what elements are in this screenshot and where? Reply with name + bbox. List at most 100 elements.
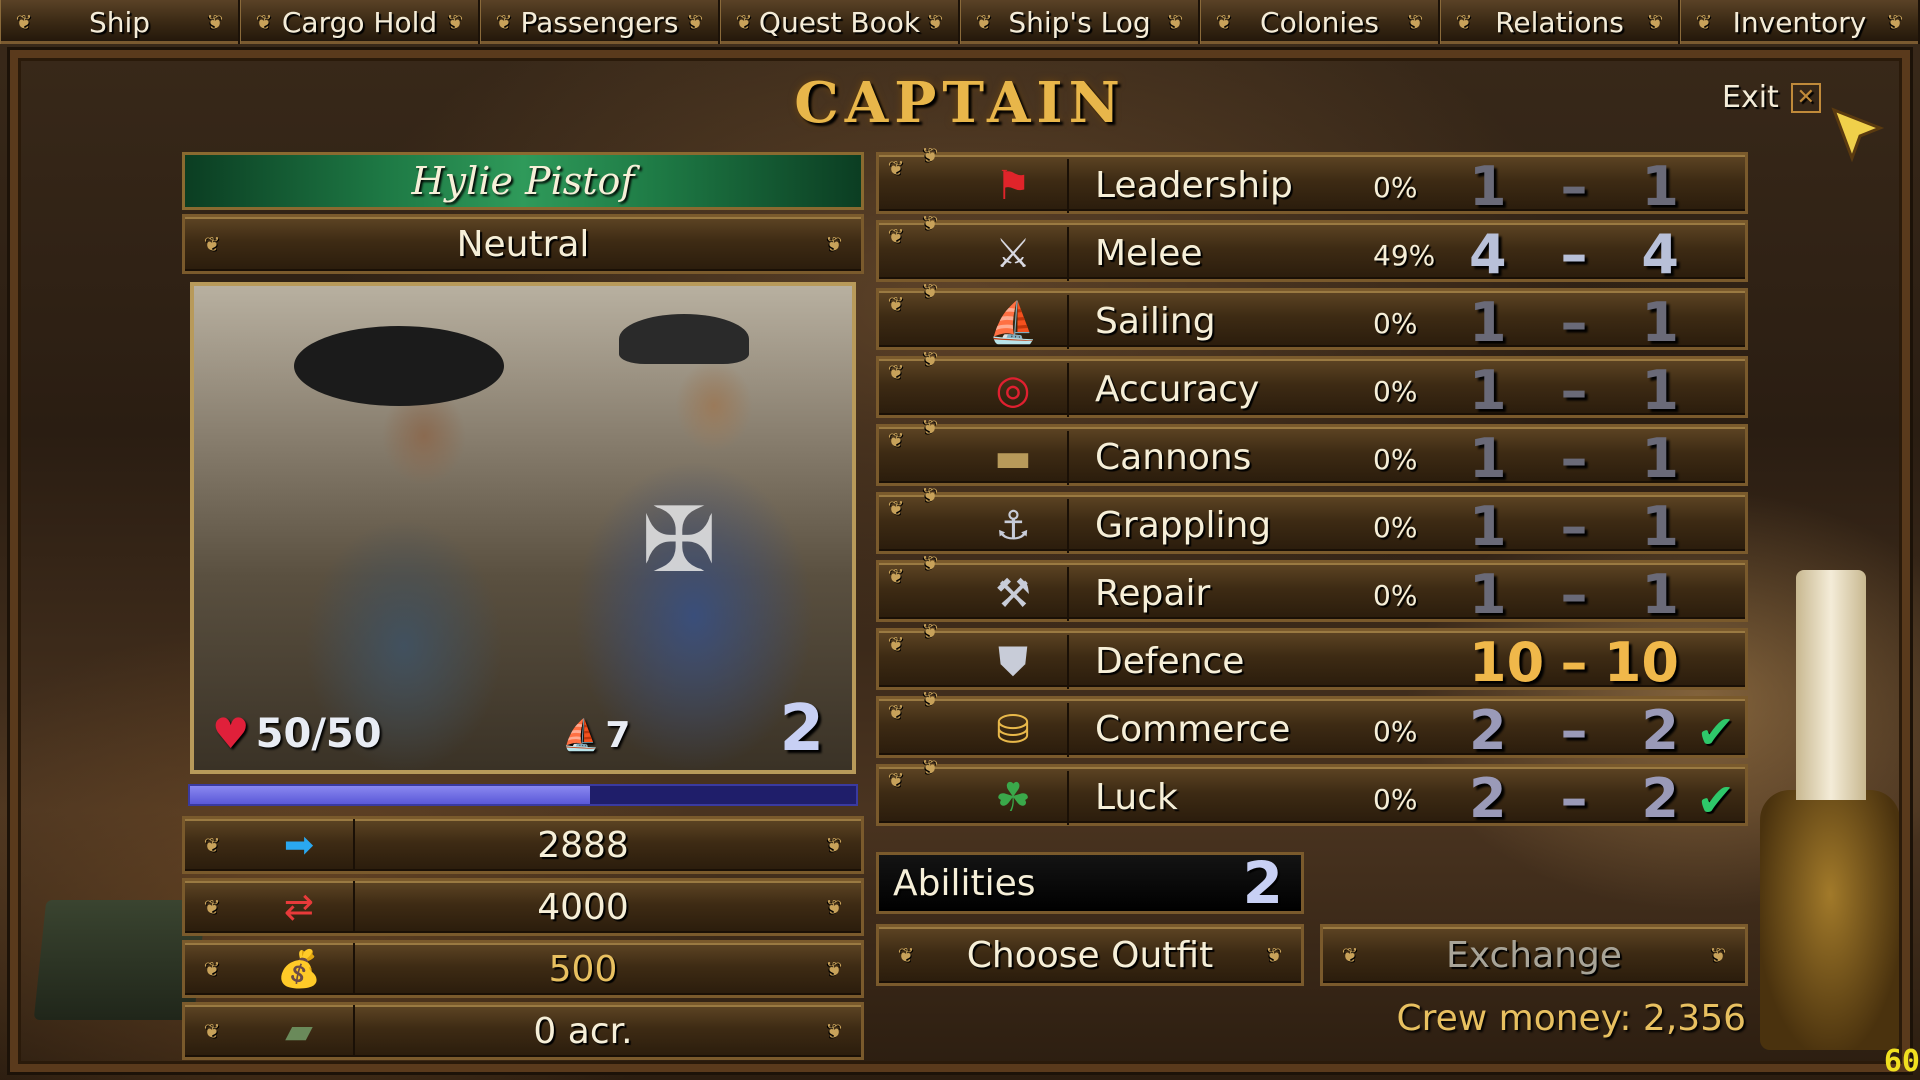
skill-percent: 0% [1373,783,1418,816]
skill-row-sailing[interactable]: ❦ ⛵ Sailing 0% 1–1 ❦ [876,279,1748,354]
scroll-ornament-icon: ❦ [206,10,224,34]
stat-row: ❦ ⇄ 4000 ❦ [182,878,864,936]
abilities-label: Abilities [893,862,1036,904]
cannon-icon: ▬ [959,431,1069,485]
page-title: CAPTAIN [794,70,1126,136]
skill-row-leadership[interactable]: ❦ ⚑ Leadership 0% 1–1 ❦ [876,143,1748,218]
skill-name: Grappling [1095,505,1272,546]
skill-row-defence[interactable]: ❦ ⛊ Defence 10–10 ❦ [876,619,1748,694]
scroll-ornament-icon: ❦ [1265,943,1283,967]
tab-label: Passengers [520,5,679,39]
stat-row: ❦ 💰 500 ❦ [182,940,864,998]
skill-min: 10 [1469,630,1545,694]
skill-row-commerce[interactable]: ❦ ⛁ Commerce 0% 2–2 ✔ ❦ [876,687,1748,762]
skill-dash: – [1560,290,1588,354]
scroll-ornament-icon: ❦ [926,10,944,34]
scroll-ornament-icon: ❦ [1215,10,1233,34]
skill-dash: – [1560,154,1588,218]
scroll-ornament-icon: ❦ [495,10,513,34]
skill-percent: 0% [1373,511,1418,544]
checkmark-icon: ✔ [1696,705,1735,759]
exit-button[interactable]: Exit ✕ [1722,80,1821,115]
skill-range: 1–1 [1459,290,1689,354]
skill-min: 1 [1469,426,1507,490]
background-book [33,900,207,1020]
portrait-cross-emblem: ✠ [641,488,717,593]
skill-min: 4 [1469,222,1507,286]
skill-name: Repair [1095,573,1211,614]
skill-percent: 49% [1373,239,1436,272]
tab-cargo-hold[interactable]: ❦ Cargo Hold ❦ [240,0,480,44]
abilities-button[interactable]: Abilities 2 [876,849,1304,917]
stat-value: 2888 [537,824,629,866]
skill-range: 1–1 [1459,154,1689,218]
skill-name: Commerce [1095,709,1291,750]
ships-value: 7 [605,715,631,756]
heart-icon: ♥ [212,709,250,758]
skill-row-melee[interactable]: ❦ ⚔ Melee 49% 4–4 ❦ [876,211,1748,286]
tab-ship[interactable]: ❦ Ship ❦ [0,0,240,44]
skill-min: 1 [1469,358,1507,422]
tab-passengers[interactable]: ❦ Passengers ❦ [480,0,720,44]
tab-colonies[interactable]: ❦ Colonies ❦ [1200,0,1440,44]
tab-label: Quest Book [758,5,921,39]
exchange-button[interactable]: ❦ Exchange ❦ [1320,924,1748,986]
choose-outfit-button[interactable]: ❦ Choose Outfit ❦ [876,924,1304,986]
candle [1796,570,1866,800]
skill-name: Melee [1095,233,1203,274]
tab-label: Relations [1495,5,1624,39]
skill-row-cannons[interactable]: ❦ ▬ Cannons 0% 1–1 ❦ [876,415,1748,490]
target-icon: ◎ [959,363,1069,417]
skill-max: 1 [1641,358,1679,422]
skill-dash: – [1560,562,1588,626]
skill-dash: – [1560,766,1588,830]
abilities-count: 2 [1242,849,1283,917]
skill-range: 4–4 [1459,222,1689,286]
money-bag-icon: 💰 [245,943,355,995]
tab-label: Colonies [1260,5,1379,39]
skill-max: 2 [1641,698,1679,762]
skill-row-repair[interactable]: ❦ ⚒ Repair 0% 1–1 ❦ [876,551,1748,626]
tab-quest-book[interactable]: ❦ Quest Book ❦ [720,0,960,44]
character-portrait: ✠ ♥ 50/50 ⛵ 7 2 [190,282,856,774]
skill-row-luck[interactable]: ❦ ☘ Luck 0% 2–2 ✔ ❦ [876,755,1748,830]
skill-dash: – [1560,494,1588,558]
portrait-hat [619,314,749,364]
tab-ships-log[interactable]: ❦ Ship's Log ❦ [960,0,1200,44]
scroll-ornament-icon: ❦ [203,232,221,256]
scroll-ornament-icon: ❦ [1695,10,1713,34]
scroll-ornament-icon: ❦ [203,1019,221,1043]
skill-row-grappling[interactable]: ❦ ⚓ Grappling 0% 1–1 ❦ [876,483,1748,558]
skill-name: Luck [1095,777,1178,818]
character-name: Hylie Pistof [411,159,635,203]
experience-progress-bar [188,784,858,806]
close-icon[interactable]: ✕ [1790,82,1821,113]
stat-row: ❦ ➡ 2888 ❦ [182,816,864,874]
skill-name: Leadership [1095,165,1293,206]
skill-range: 1–1 [1459,562,1689,626]
skill-percent: 0% [1373,443,1418,476]
flag-icon: ⚑ [959,159,1069,213]
grappling-hook-icon: ⚓ [959,499,1069,553]
scroll-ornament-icon: ❦ [887,632,905,656]
scroll-ornament-icon: ❦ [446,10,464,34]
scroll-ornament-icon: ❦ [887,224,905,248]
tab-inventory[interactable]: ❦ Inventory ❦ [1680,0,1920,44]
health-display: ♥ 50/50 [212,709,382,758]
ship-icon: ⛵ [562,718,600,753]
scroll-ornament-icon: ❦ [921,551,939,575]
tab-relations[interactable]: ❦ Relations ❦ [1440,0,1680,44]
scroll-ornament-icon: ❦ [1455,10,1473,34]
scroll-ornament-icon: ❦ [887,768,905,792]
skill-name: Cannons [1095,437,1252,478]
skill-percent: 0% [1373,375,1418,408]
reputation-bar: ❦ Neutral ❦ [182,214,864,274]
scroll-ornament-icon: ❦ [825,1019,843,1043]
stat-row: ❦ ▰ 0 acr. ❦ [182,1002,864,1060]
skill-row-accuracy[interactable]: ❦ ◎ Accuracy 0% 1–1 ❦ [876,347,1748,422]
skill-max: 2 [1641,766,1679,830]
scroll-ornament-icon: ❦ [1646,10,1664,34]
skill-min: 2 [1469,766,1507,830]
stat-value: 500 [548,948,618,990]
gold-coins-icon: ⛁ [959,703,1069,757]
